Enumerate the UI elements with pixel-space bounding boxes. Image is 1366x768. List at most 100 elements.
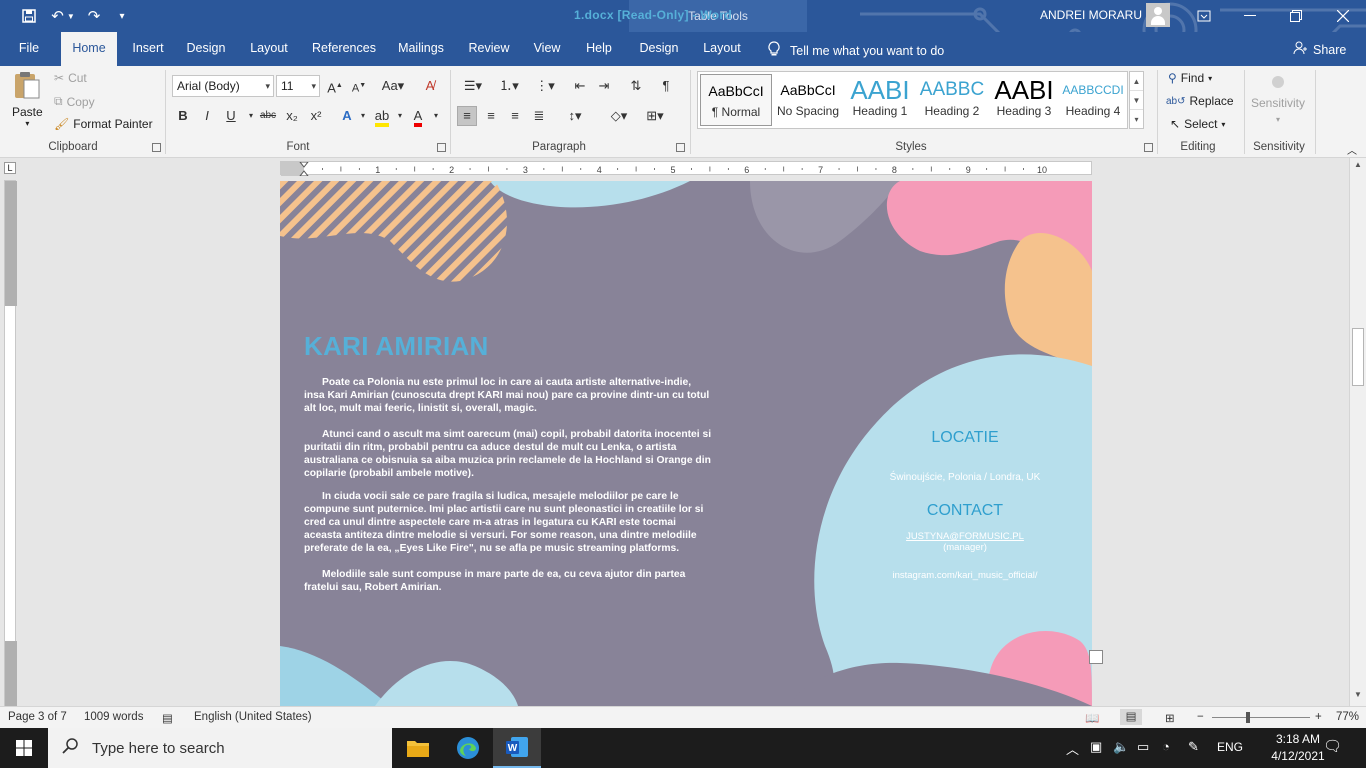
borders-icon[interactable]: ⊞▾	[640, 106, 670, 126]
chevron-down-icon[interactable]: ▾	[390, 106, 410, 126]
style-heading-1[interactable]: AABI Heading 1	[844, 74, 916, 126]
chevron-up-icon[interactable]: ︿	[1066, 739, 1079, 758]
italic-button[interactable]: I	[197, 106, 217, 126]
clear-formatting-icon[interactable]: A̸	[420, 76, 440, 96]
style-heading-3[interactable]: AABI Heading 3	[988, 74, 1060, 126]
tab-file[interactable]: File	[6, 32, 52, 66]
web-layout-icon[interactable]: ⊞	[1165, 711, 1175, 725]
clipboard-dialog-launcher[interactable]	[152, 143, 161, 152]
taskbar-search-box[interactable]: Type here to search	[48, 728, 392, 768]
change-case-icon[interactable]: Aa▾	[379, 76, 407, 96]
more-styles-icon[interactable]: ▾	[1130, 110, 1143, 129]
collapse-ribbon-icon[interactable]: ︿	[1347, 142, 1357, 157]
styles-gallery-scroll[interactable]: ▲ ▼ ▾	[1129, 71, 1144, 129]
tab-table-design[interactable]: Design	[632, 32, 686, 66]
tab-mailings[interactable]: Mailings	[391, 32, 451, 66]
vertical-scrollbar[interactable]: ▲ ▼	[1349, 158, 1366, 706]
sort-icon[interactable]: ⇅	[626, 76, 646, 96]
style-heading-4[interactable]: AABBCCDI Heading 4	[1060, 74, 1126, 126]
copy-button[interactable]: ⧉ Copy	[54, 94, 95, 109]
multilevel-list-icon[interactable]: ⋮▾	[530, 76, 560, 96]
tab-layout[interactable]: Layout	[243, 32, 295, 66]
zoom-slider[interactable]	[1212, 717, 1310, 718]
clock[interactable]: 3:18 AM 4/12/2021	[1268, 731, 1328, 765]
tab-home[interactable]: Home	[61, 32, 117, 66]
style-heading-2[interactable]: AABBC Heading 2	[916, 74, 988, 126]
proofing-icon[interactable]: ▤	[162, 711, 173, 725]
zoom-level[interactable]: 77%	[1336, 711, 1359, 723]
word-taskbar-icon[interactable]: W	[493, 728, 541, 768]
minimize-icon[interactable]	[1227, 0, 1273, 32]
zoom-out-icon[interactable]: −	[1197, 711, 1204, 723]
battery-icon[interactable]: ▭	[1137, 739, 1149, 755]
find-button[interactable]: ⚲ Find ▾	[1168, 71, 1212, 85]
pen-icon[interactable]: ✎	[1188, 739, 1199, 755]
tab-selector[interactable]: L	[4, 162, 16, 174]
print-layout-icon[interactable]: ▤	[1120, 709, 1142, 725]
replace-button[interactable]: ab↺ Replace	[1166, 94, 1234, 108]
vertical-ruler[interactable]	[4, 180, 17, 707]
font-size-box[interactable]: 11 ▾	[276, 75, 320, 97]
meet-now-icon[interactable]: ▣	[1090, 739, 1102, 755]
user-name[interactable]: ANDREI MORARU	[1040, 8, 1142, 22]
tab-view[interactable]: View	[526, 32, 568, 66]
zoom-in-icon[interactable]: +	[1315, 711, 1322, 723]
page-count[interactable]: Page 3 of 7	[8, 711, 67, 723]
font-dialog-launcher[interactable]	[437, 143, 446, 152]
document-page[interactable]: KARI AMIRIAN Poate ca Polonia nu este pr…	[280, 181, 1092, 706]
align-left-icon[interactable]: ≡	[457, 106, 477, 126]
subscript-button[interactable]: x₂	[282, 106, 302, 126]
windows-start-icon[interactable]	[0, 728, 48, 768]
tab-references[interactable]: References	[307, 32, 381, 66]
line-spacing-icon[interactable]: ↕▾	[560, 106, 590, 126]
justify-icon[interactable]: ≣	[529, 106, 549, 126]
file-explorer-icon[interactable]	[394, 728, 442, 768]
format-painter-button[interactable]: 🖌 Format Painter	[54, 117, 153, 131]
avatar[interactable]	[1146, 3, 1170, 27]
select-button[interactable]: ↖ Select ▾	[1170, 117, 1225, 131]
tab-review[interactable]: Review	[463, 32, 515, 66]
table-resize-handle[interactable]	[1089, 650, 1103, 664]
shrink-font-icon[interactable]: A▼	[349, 76, 369, 96]
tell-me-box[interactable]: Tell me what you want to do	[768, 41, 944, 60]
ribbon-display-options-icon[interactable]	[1181, 0, 1227, 32]
tab-table-layout[interactable]: Layout	[696, 32, 748, 66]
word-count[interactable]: 1009 words	[84, 711, 143, 723]
paste-button[interactable]: Paste ▾	[12, 70, 43, 128]
restore-icon[interactable]	[1273, 0, 1319, 32]
style-no-spacing[interactable]: AaBbCcI No Spacing	[772, 74, 844, 126]
tab-help[interactable]: Help	[578, 32, 620, 66]
wifi-icon[interactable]: ◔	[1162, 739, 1170, 754]
strikethrough-button[interactable]: abc	[258, 106, 278, 126]
chevron-down-icon[interactable]: ▾	[353, 106, 373, 126]
chevron-down-icon[interactable]: ▼	[1130, 91, 1143, 110]
bullets-icon[interactable]: ☰▾	[458, 76, 488, 96]
font-color-icon[interactable]: A	[408, 106, 428, 127]
scroll-down-icon[interactable]: ▼	[1350, 690, 1366, 704]
share-button[interactable]: Share	[1293, 41, 1346, 58]
show-formatting-marks-icon[interactable]: ¶	[656, 76, 676, 96]
notifications-icon[interactable]: 🗨	[1323, 737, 1342, 755]
cut-button[interactable]: ✂ Cut	[54, 71, 87, 85]
language-indicator[interactable]: ENG	[1217, 740, 1243, 754]
underline-button[interactable]: U	[221, 106, 241, 126]
bold-button[interactable]: B	[173, 106, 193, 126]
highlight-icon[interactable]: ab	[372, 106, 392, 127]
volume-icon[interactable]: 🔈	[1113, 739, 1129, 755]
horizontal-ruler[interactable]: 1 2 3 4 5 6 7 8 9 10	[280, 161, 1092, 177]
align-center-icon[interactable]: ≡	[481, 106, 501, 126]
chevron-down-icon[interactable]: ▾	[426, 106, 446, 126]
increase-indent-icon[interactable]: ⇥	[594, 76, 614, 96]
language[interactable]: English (United States)	[194, 711, 312, 723]
shading-icon[interactable]: ◇▾	[604, 106, 634, 126]
sensitivity-button[interactable]: Sensitivity ▾	[1251, 76, 1305, 124]
edge-browser-icon[interactable]	[444, 728, 492, 768]
chevron-up-icon[interactable]: ▲	[1130, 72, 1143, 91]
paragraph-dialog-launcher[interactable]	[676, 143, 685, 152]
styles-dialog-launcher[interactable]	[1144, 143, 1153, 152]
align-right-icon[interactable]: ≡	[505, 106, 525, 126]
contact-email-link[interactable]: JUSTYNA@FORMUSIC.PL	[865, 531, 1065, 542]
tab-insert[interactable]: Insert	[125, 32, 171, 66]
font-name-box[interactable]: Arial (Body) ▾	[172, 75, 274, 97]
tab-design[interactable]: Design	[181, 32, 231, 66]
